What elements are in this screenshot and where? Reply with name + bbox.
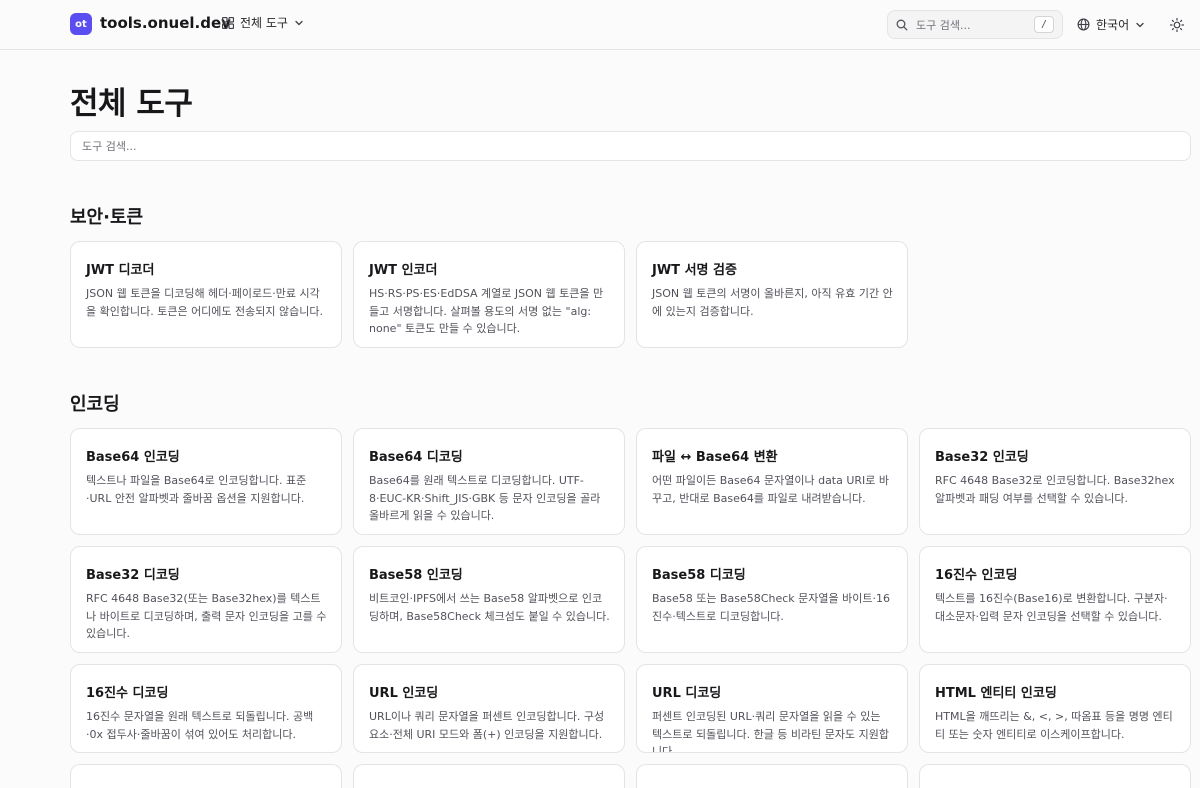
tool-card-title: URL 인코딩 <box>369 686 439 701</box>
language-label: 한국어 <box>1096 18 1130 32</box>
tool-card[interactable]: URL 디코딩 퍼센트 인코딩된 URL·쿼리 문자열을 읽을 수 있는 텍스트… <box>636 664 908 753</box>
tool-card-title: Base32 인코딩 <box>935 450 1029 465</box>
tool-card-description: JSON 웹 토큰을 디코딩해 헤더·페이로드·만료 시각을 확인합니다. 토큰… <box>86 287 323 318</box>
grid-icon <box>222 16 234 29</box>
section-title-security: 보안·토큰 <box>70 207 144 228</box>
theme-toggle-button[interactable] <box>1169 17 1185 33</box>
tool-card-title: 16진수 디코딩 <box>86 686 169 701</box>
tool-card-title: JWT 서명 검증 <box>652 263 737 278</box>
tool-card-description: HTML을 깨뜨리는 &, <, >, 따옴표 등을 명명 엔티티 또는 숫자 … <box>935 710 1173 741</box>
tool-card-title: Base64 인코딩 <box>86 450 180 465</box>
tool-card-title: URL 디코딩 <box>652 686 722 701</box>
tool-card-description: 텍스트를 16진수(Base16)로 변환합니다. 구분자·대소문자·입력 문자… <box>935 592 1168 623</box>
tool-card-description: HS·RS·PS·ES·EdDSA 계열로 JSON 웹 토큰을 만들고 서명합… <box>369 287 604 335</box>
tool-card-title: JWT 인코더 <box>369 263 438 278</box>
tool-card-title: Base32 디코딩 <box>86 568 180 583</box>
globe-icon <box>1077 18 1090 31</box>
tool-card-partial[interactable] <box>919 764 1191 788</box>
header-search-button[interactable]: 도구 검색... / <box>887 10 1063 39</box>
tool-card-title: Base64 디코딩 <box>369 450 463 465</box>
tool-card[interactable]: 파일 ↔ Base64 변환 어떤 파일이든 Base64 문자열이나 data… <box>636 428 908 535</box>
tool-card-title: 파일 ↔ Base64 변환 <box>652 450 778 465</box>
tool-card-description: URL이나 쿼리 문자열을 퍼센트 인코딩합니다. 구성요소·전체 URI 모드… <box>369 710 605 741</box>
tool-card[interactable]: URL 인코딩 URL이나 쿼리 문자열을 퍼센트 인코딩합니다. 구성요소·전… <box>353 664 625 753</box>
tool-card-partial[interactable] <box>70 764 342 788</box>
tool-card-description: Base58 또는 Base58Check 문자열을 바이트·16진수·텍스트로… <box>652 592 890 623</box>
tool-card[interactable]: JWT 서명 검증 JSON 웹 토큰의 서명이 올바른지, 아직 유효 기간 … <box>636 241 908 348</box>
tool-filter-input[interactable] <box>70 131 1191 161</box>
language-selector[interactable]: 한국어 <box>1077 16 1145 33</box>
all-tools-menu-label: 전체 도구 <box>240 16 288 30</box>
chevron-down-icon <box>295 20 303 25</box>
tool-card-description: RFC 4648 Base32(또는 Base32hex)를 텍스트나 바이트로… <box>86 592 327 640</box>
search-shortcut-key: / <box>1034 16 1054 33</box>
sun-icon <box>1169 17 1185 33</box>
page-title: 전체 도구 <box>70 86 193 122</box>
tool-card-description: 어떤 파일이든 Base64 문자열이나 data URI로 바꾸고, 반대로 … <box>652 474 890 505</box>
header-search-placeholder: 도구 검색... <box>916 18 971 32</box>
tool-card[interactable]: Base58 인코딩 비트코인·IPFS에서 쓰는 Base58 알파벳으로 인… <box>353 546 625 653</box>
tool-card-title: 16진수 인코딩 <box>935 568 1018 583</box>
chevron-down-icon <box>1136 22 1144 27</box>
tool-card[interactable]: Base64 디코딩 Base64를 원래 텍스트로 디코딩합니다. UTF-8… <box>353 428 625 535</box>
tool-card-description: JSON 웹 토큰의 서명이 올바른지, 아직 유효 기간 안에 있는지 검증합… <box>652 287 893 318</box>
tool-card-description: 16진수 문자열을 원래 텍스트로 되돌립니다. 공백·0x 접두사·줄바꿈이 … <box>86 710 314 741</box>
tool-card-title: HTML 엔티티 인코딩 <box>935 686 1057 701</box>
tool-card-title: Base58 디코딩 <box>652 568 746 583</box>
tool-card-description: 퍼센트 인코딩된 URL·쿼리 문자열을 읽을 수 있는 텍스트로 되돌립니다.… <box>652 710 889 753</box>
tool-card[interactable]: JWT 인코더 HS·RS·PS·ES·EdDSA 계열로 JSON 웹 토큰을… <box>353 241 625 348</box>
top-header: ot tools.onuel.dev 전체 도구 도구 검색... / 한국어 <box>0 0 1200 50</box>
site-name-link[interactable]: tools.onuel.dev <box>100 14 231 32</box>
tool-card[interactable]: 16진수 인코딩 텍스트를 16진수(Base16)로 변환합니다. 구분자·대… <box>919 546 1191 653</box>
tool-card-description: Base64를 원래 텍스트로 디코딩합니다. UTF-8·EUC-KR·Shi… <box>369 474 601 522</box>
tool-card[interactable]: 16진수 디코딩 16진수 문자열을 원래 텍스트로 되돌립니다. 공백·0x … <box>70 664 342 753</box>
tool-card-title: JWT 디코더 <box>86 263 155 278</box>
tool-card[interactable]: Base32 디코딩 RFC 4648 Base32(또는 Base32hex)… <box>70 546 342 653</box>
tool-card[interactable]: Base32 인코딩 RFC 4648 Base32로 인코딩합니다. Base… <box>919 428 1191 535</box>
search-icon <box>896 19 908 30</box>
tool-card[interactable]: JWT 디코더 JSON 웹 토큰을 디코딩해 헤더·페이로드·만료 시각을 확… <box>70 241 342 348</box>
section-title-encoding: 인코딩 <box>70 394 120 415</box>
tool-card[interactable]: Base58 디코딩 Base58 또는 Base58Check 문자열을 바이… <box>636 546 908 653</box>
tool-card-partial[interactable] <box>353 764 625 788</box>
tool-card-title: Base58 인코딩 <box>369 568 463 583</box>
tool-card-description: 텍스트나 파일을 Base64로 인코딩합니다. 표준·URL 안전 알파벳과 … <box>86 474 307 505</box>
logo-badge[interactable]: ot <box>70 13 92 35</box>
tool-card[interactable]: HTML 엔티티 인코딩 HTML을 깨뜨리는 &, <, >, 따옴표 등을 … <box>919 664 1191 753</box>
tool-card-description: RFC 4648 Base32로 인코딩합니다. Base32hex 알파벳과 … <box>935 474 1175 505</box>
tool-card-partial[interactable] <box>636 764 908 788</box>
all-tools-menu-button[interactable]: 전체 도구 <box>222 14 304 31</box>
tool-card-description: 비트코인·IPFS에서 쓰는 Base58 알파벳으로 인코딩하며, Base5… <box>369 592 610 623</box>
tool-card[interactable]: Base64 인코딩 텍스트나 파일을 Base64로 인코딩합니다. 표준·U… <box>70 428 342 535</box>
